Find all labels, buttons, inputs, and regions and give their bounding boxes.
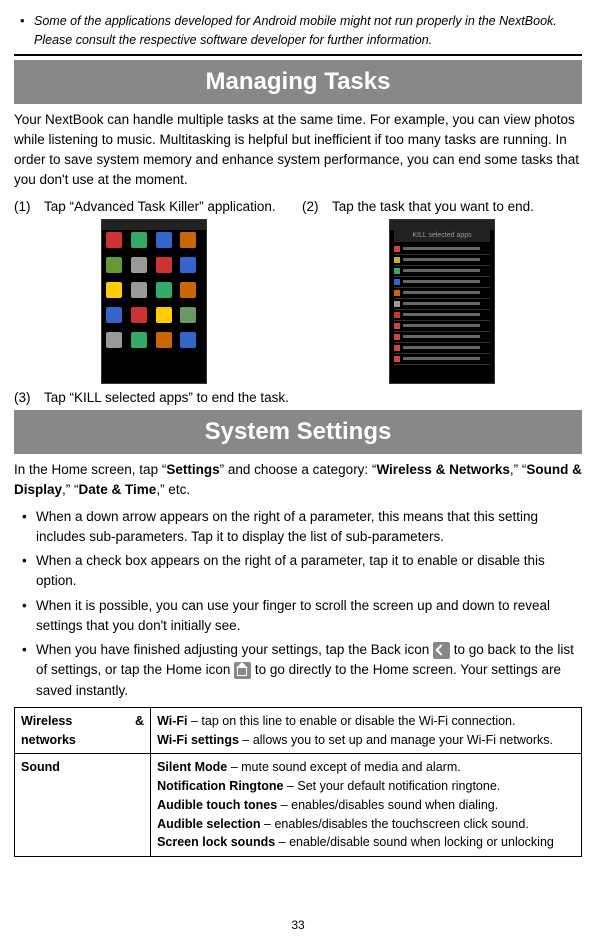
step-3-number: (3) [14,388,34,408]
cell-sound-details: Silent Mode – mute sound except of media… [151,754,582,857]
intro-settings: Settings [166,462,219,477]
step-1-number: (1) [14,197,34,217]
screen-lock-label: Screen lock sounds [157,835,275,849]
bullet-checkbox: When a check box appears on the right of… [14,551,582,592]
step-1-text: Tap “Advanced Task Killer” application. [44,197,294,217]
wireless-word: Wireless [21,712,72,731]
audible-touch-label: Audible touch tones [157,798,277,812]
intro-wireless: Wireless & Networks [376,462,509,477]
bullet-down-arrow: When a down arrow appears on the right o… [14,507,582,548]
audible-selection-desc: – enables/disables the touchscreen click… [261,817,529,831]
wifi-desc: – tap on this line to enable or disable … [188,714,516,728]
networks-word: networks [21,731,144,750]
managing-tasks-intro: Your NextBook can handle multiple tasks … [14,110,582,191]
table-row: Wireless & networks Wi-Fi – tap on this l… [15,707,582,754]
settings-table: Wireless & networks Wi-Fi – tap on this l… [14,707,582,857]
heading-system-settings: System Settings [14,410,582,454]
step-2: (2) Tap the task that you want to end. [302,197,582,217]
page-number: 33 [0,916,596,934]
back-icon [433,642,450,659]
wifi-label: Wi-Fi [157,714,187,728]
amp-char: & [135,712,144,731]
kill-header-label: KILL selected apps [394,230,490,242]
notification-ringtone-label: Notification Ringtone [157,779,283,793]
screenshot-task-list: KILL selected apps [389,219,495,384]
step-3-text: Tap “KILL selected apps” to end the task… [44,388,582,408]
bullet-back-home: When you have finished adjusting your se… [14,640,582,701]
audible-selection-label: Audible selection [157,817,261,831]
heading-managing-tasks: Managing Tasks [14,60,582,104]
home-icon [234,662,251,679]
intro-post: ,” etc. [156,482,190,497]
step-2-text: Tap the task that you want to end. [332,197,582,217]
intro-pre: In the Home screen, tap “ [14,462,166,477]
step-2-number: (2) [302,197,322,217]
cell-sound: Sound [15,754,151,857]
notification-ringtone-desc: – Set your default notification ringtone… [283,779,500,793]
table-row: Sound Silent Mode – mute sound except of… [15,754,582,857]
top-note: Some of the applications developed for A… [14,12,582,56]
bullet4-pre: When you have finished adjusting your se… [36,642,433,657]
intro-mid3: ,” “ [62,482,79,497]
intro-mid1: ” and choose a category: “ [220,462,377,477]
cell-wireless-details: Wi-Fi – tap on this line to enable or di… [151,707,582,754]
step-1: (1) Tap “Advanced Task Killer” applicati… [14,197,294,217]
wifi-settings-label: Wi-Fi settings [157,733,239,747]
wifi-settings-desc: – allows you to set up and manage your W… [239,733,553,747]
cell-wireless-networks: Wireless & networks [15,707,151,754]
step-3: (3) Tap “KILL selected apps” to end the … [14,388,582,408]
silent-mode-desc: – mute sound except of media and alarm. [227,760,460,774]
system-settings-intro: In the Home screen, tap “Settings” and c… [14,460,582,501]
intro-mid2: ,” “ [510,462,527,477]
bullet-scroll: When it is possible, you can use your fi… [14,596,582,637]
audible-touch-desc: – enables/disables sound when dialing. [277,798,498,812]
intro-date: Date & Time [79,482,157,497]
screen-lock-desc: – enable/disable sound when locking or u… [275,835,554,849]
silent-mode-label: Silent Mode [157,760,227,774]
screenshot-task-killer-app [101,219,207,384]
